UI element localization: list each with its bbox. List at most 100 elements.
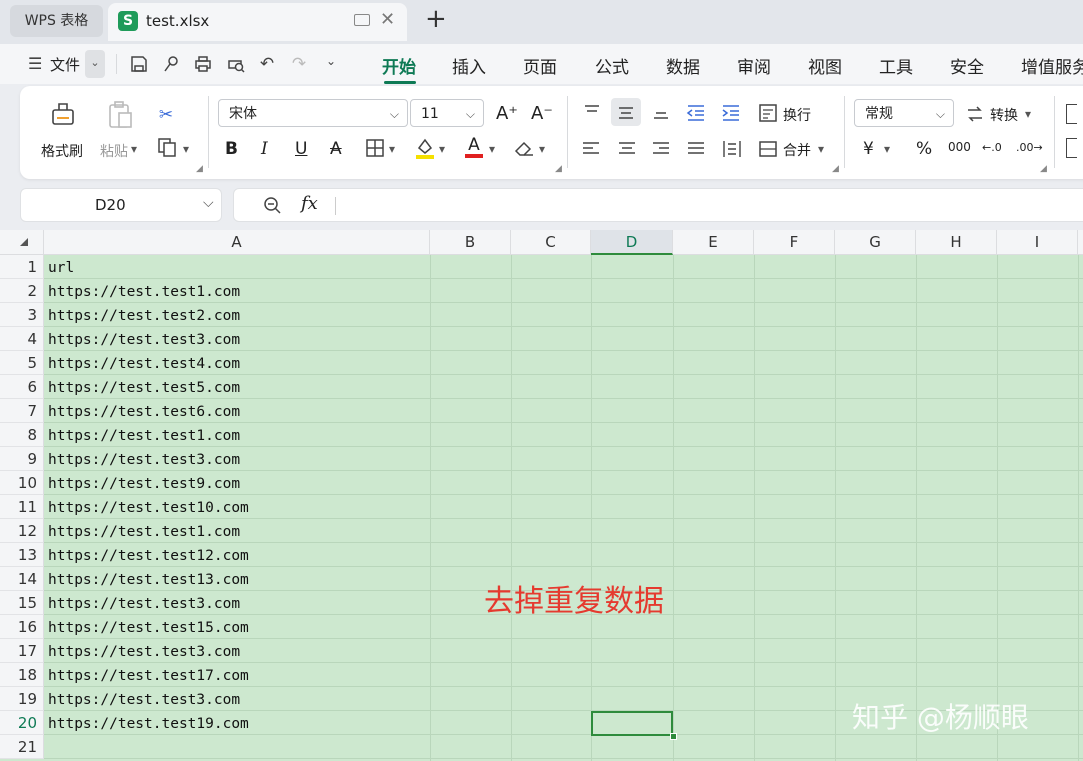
cell-a[interactable]: https://test.test19.com (44, 711, 430, 735)
fill-handle[interactable] (670, 733, 677, 740)
italic-button[interactable]: I (261, 139, 268, 159)
conditional-format-icon[interactable] (1066, 104, 1077, 124)
align-left-icon[interactable] (582, 141, 600, 161)
percent-format-button[interactable]: % (916, 139, 932, 159)
cell-a[interactable] (44, 735, 430, 759)
row-header[interactable]: 16 (0, 615, 44, 639)
tab-tools[interactable]: 工具 (879, 53, 913, 78)
distributed-align-icon[interactable] (722, 139, 742, 163)
undo-icon[interactable]: ↶ (256, 54, 278, 74)
cell-a[interactable]: https://test.test10.com (44, 495, 430, 519)
file-menu-dropdown-icon[interactable]: ⌄ (85, 50, 105, 78)
font-name-select[interactable]: 宋体 ⌵ (218, 99, 408, 127)
font-color-button[interactable]: A (465, 136, 483, 158)
wrap-text-icon[interactable] (758, 103, 778, 127)
decrease-font-size-button[interactable]: A⁻ (531, 103, 553, 124)
monitor-icon[interactable] (354, 14, 370, 26)
cell-a[interactable]: https://test.test5.com (44, 375, 430, 399)
convert-icon[interactable] (965, 104, 985, 128)
underline-button[interactable]: U (295, 139, 307, 159)
align-top-icon[interactable] (583, 104, 601, 124)
clear-dropdown-icon[interactable]: ▾ (539, 142, 545, 156)
column-header-h[interactable]: H (916, 230, 997, 255)
copy-icon[interactable] (154, 136, 180, 162)
strikethrough-button[interactable]: A (330, 139, 342, 159)
close-tab-icon[interactable]: ✕ (380, 9, 395, 30)
cell-a[interactable]: https://test.test12.com (44, 543, 430, 567)
cell-a[interactable]: url (44, 255, 430, 279)
tab-insert[interactable]: 插入 (452, 53, 486, 78)
hamburger-menu-icon[interactable]: ☰ (28, 54, 42, 73)
cell-a[interactable]: https://test.test3.com (44, 327, 430, 351)
formula-bar[interactable]: fx (233, 188, 1083, 222)
select-all-corner[interactable] (0, 230, 44, 255)
format-painter-icon[interactable] (49, 100, 77, 134)
tab-data[interactable]: 数据 (666, 53, 700, 78)
column-header-next[interactable] (1078, 230, 1083, 255)
row-header[interactable]: 2 (0, 279, 44, 303)
column-header-e[interactable]: E (673, 230, 754, 255)
convert-dropdown-icon[interactable]: ▾ (1025, 107, 1031, 121)
decrease-indent-icon[interactable] (686, 104, 706, 126)
save-icon[interactable] (128, 54, 150, 74)
merge-cells-icon[interactable] (758, 139, 778, 163)
cell-a[interactable]: https://test.test6.com (44, 399, 430, 423)
insert-function-icon[interactable]: fx (301, 193, 318, 214)
row-header[interactable]: 4 (0, 327, 44, 351)
file-tab[interactable]: S test.xlsx ✕ (108, 3, 407, 41)
increase-decimal-button[interactable]: ←.0 (982, 141, 1002, 154)
row-header[interactable]: 13 (0, 543, 44, 567)
row-header[interactable]: 10 (0, 471, 44, 495)
print-preview-icon[interactable] (225, 54, 247, 74)
file-menu-button[interactable]: 文件 (50, 54, 80, 75)
spreadsheet-grid[interactable]: A B C D E F G H I 1 url 2 https://test.test… (0, 230, 1083, 761)
row-header[interactable]: 15 (0, 591, 44, 615)
cell-a[interactable]: https://test.test1.com (44, 423, 430, 447)
cell-a[interactable]: https://test.test4.com (44, 351, 430, 375)
border-dropdown-icon[interactable]: ▾ (389, 142, 395, 156)
redo-icon[interactable]: ↷ (288, 54, 310, 74)
align-center-icon[interactable] (618, 141, 636, 161)
fill-color-dropdown-icon[interactable]: ▾ (439, 142, 445, 156)
selected-cell-d20[interactable] (591, 711, 673, 736)
quick-access-more-icon[interactable]: ⌄ (320, 54, 342, 74)
decrease-decimal-button[interactable]: .00→ (1016, 141, 1043, 154)
cell-a[interactable]: https://test.test3.com (44, 447, 430, 471)
convert-button[interactable]: 转换 (990, 105, 1018, 125)
column-header-a[interactable]: A (44, 230, 430, 255)
row-header[interactable]: 18 (0, 663, 44, 687)
column-header-i[interactable]: I (997, 230, 1078, 255)
cell-a[interactable]: https://test.test1.com (44, 519, 430, 543)
bold-button[interactable]: B (225, 139, 238, 159)
row-header[interactable]: 7 (0, 399, 44, 423)
tab-page[interactable]: 页面 (523, 53, 557, 78)
paste-dropdown-icon[interactable]: ▾ (131, 142, 137, 156)
print-icon[interactable] (192, 54, 214, 74)
tab-formula[interactable]: 公式 (595, 53, 629, 78)
row-header[interactable]: 19 (0, 687, 44, 711)
column-header-b[interactable]: B (430, 230, 511, 255)
increase-font-size-button[interactable]: A⁺ (496, 103, 518, 124)
app-tab[interactable]: WPS 表格 (10, 5, 103, 37)
paste-icon[interactable] (106, 100, 134, 134)
cell-a[interactable]: https://test.test1.com (44, 279, 430, 303)
font-color-dropdown-icon[interactable]: ▾ (489, 142, 495, 156)
column-header-f[interactable]: F (754, 230, 835, 255)
cell-a[interactable]: https://test.test3.com (44, 639, 430, 663)
column-header-d[interactable]: D (591, 230, 673, 255)
name-box[interactable]: D20 ⌵ (20, 188, 222, 222)
merge-button[interactable]: 合并 (783, 140, 811, 160)
tab-review[interactable]: 审阅 (737, 53, 771, 78)
row-header[interactable]: 9 (0, 447, 44, 471)
cell-a[interactable]: https://test.test2.com (44, 303, 430, 327)
format-painter-button[interactable]: 格式刷 (41, 141, 83, 161)
cell-a[interactable]: https://test.test3.com (44, 591, 430, 615)
cell-a[interactable]: https://test.test17.com (44, 663, 430, 687)
fill-color-icon[interactable] (414, 136, 436, 164)
increase-indent-icon[interactable] (721, 104, 741, 126)
font-size-select[interactable]: 11 ⌵ (410, 99, 484, 127)
row-header[interactable]: 14 (0, 567, 44, 591)
row-header[interactable]: 8 (0, 423, 44, 447)
column-header-c[interactable]: C (511, 230, 591, 255)
cell-a[interactable]: https://test.test3.com (44, 687, 430, 711)
